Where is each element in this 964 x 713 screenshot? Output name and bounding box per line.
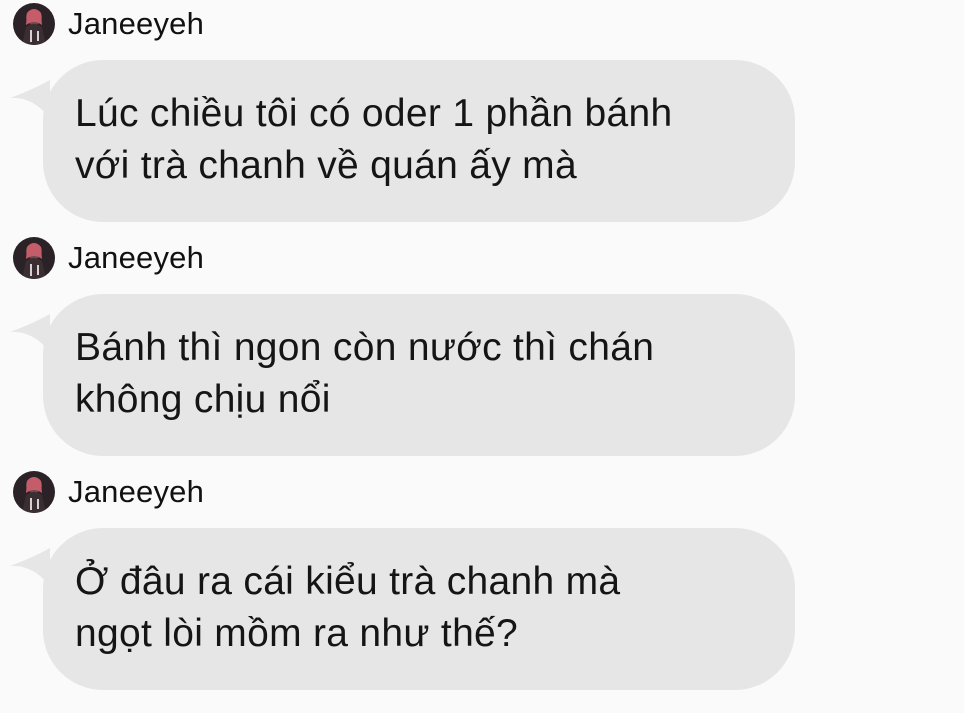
message-bubble[interactable]: Lúc chiều tôi có oder 1 phần bánh với tr… [43,60,795,222]
message-bubble-wrap: Ở đâu ra cái kiểu trà chanh mà ngọt lòi … [0,528,964,690]
avatar-photo-icon [13,471,55,513]
message-group: Janeeyeh Ở đâu ra cái kiểu trà chanh mà … [0,470,964,692]
avatar-photo-icon [13,3,55,45]
message-line: Bánh thì ngon còn nước thì chán [75,326,655,369]
sender-name: Janeeyeh [68,240,205,275]
message-bubble[interactable]: Bánh thì ngon còn nước thì chán không ch… [43,294,795,456]
message-text: Bánh thì ngon còn nước thì chán không ch… [75,322,759,426]
message-line: với trà chanh về quán ấy mà [75,144,577,187]
chat-thread: Janeeyeh Lúc chiều tôi có oder 1 phần bá… [0,0,964,713]
sender-name: Janeeyeh [68,474,205,509]
message-line: Lúc chiều tôi có oder 1 phần bánh [75,92,673,135]
message-line: không chịu nổi [75,378,331,421]
avatar-photo-icon [13,237,55,279]
avatar[interactable] [13,237,55,279]
message-line: Ở đâu ra cái kiểu trà chanh mà [75,560,621,603]
message-text: Lúc chiều tôi có oder 1 phần bánh với tr… [75,88,759,192]
message-group: Janeeyeh Bánh thì ngon còn nước thì chán… [0,236,964,458]
message-bubble-wrap: Bánh thì ngon còn nước thì chán không ch… [0,294,964,456]
message-line: ngọt lòi mồm ra như thế? [75,612,519,655]
sender-row: Janeeyeh [13,470,204,514]
sender-row: Janeeyeh [13,2,204,46]
message-bubble-wrap: Lúc chiều tôi có oder 1 phần bánh với tr… [0,60,964,222]
sender-name: Janeeyeh [68,6,205,41]
message-text: Ở đâu ra cái kiểu trà chanh mà ngọt lòi … [75,556,759,660]
message-group: Janeeyeh Lúc chiều tôi có oder 1 phần bá… [0,2,964,224]
message-bubble[interactable]: Ở đâu ra cái kiểu trà chanh mà ngọt lòi … [43,528,795,690]
avatar[interactable] [13,471,55,513]
sender-row: Janeeyeh [13,236,204,280]
avatar[interactable] [13,3,55,45]
